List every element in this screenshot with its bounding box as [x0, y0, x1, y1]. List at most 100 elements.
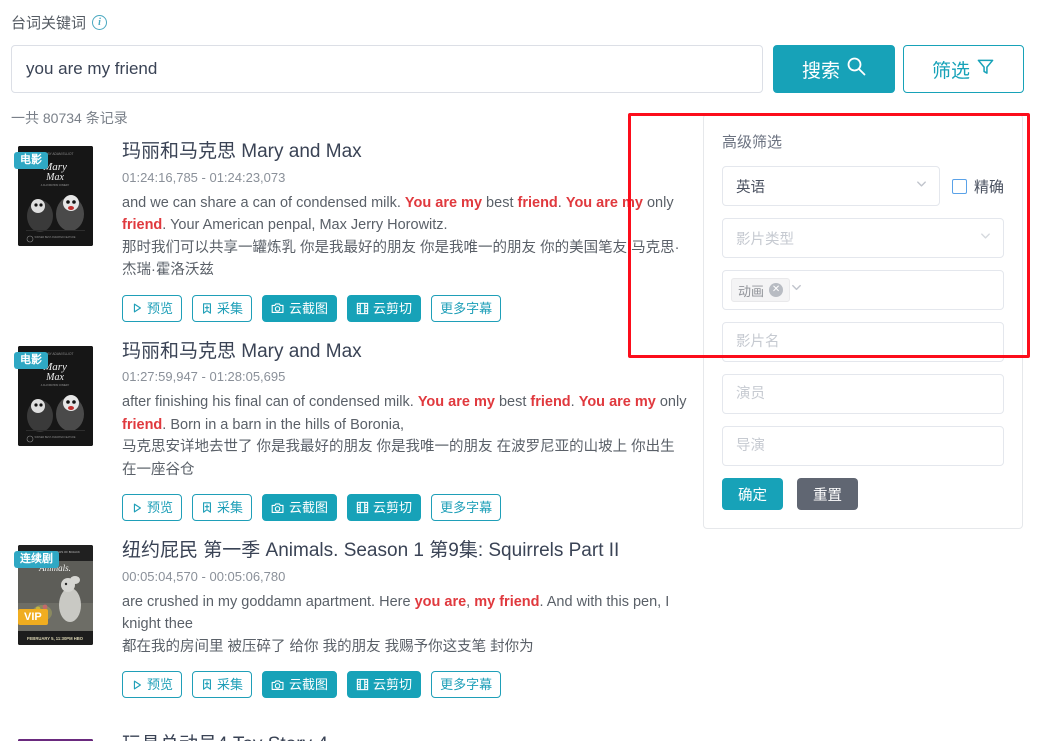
- info-circle-icon[interactable]: i: [92, 15, 108, 30]
- svg-text:Max: Max: [45, 172, 64, 183]
- subtitle-text: .: [570, 394, 579, 411]
- action-button-none[interactable]: 更多字幕: [431, 294, 502, 322]
- keyword-highlight: You are my: [565, 194, 643, 211]
- result-title[interactable]: 纽约屁民 第一季 Animals. Season 1 第9集: Squirrel…: [122, 539, 688, 563]
- filter-panel-buttons: 确定 重置: [722, 478, 1004, 510]
- exact-checkbox-label: 精确: [974, 178, 1005, 196]
- action-button-label: 采集: [217, 300, 244, 316]
- action-button-film-strip[interactable]: 云剪切: [347, 671, 422, 699]
- result-actions: 预览 采集 云截图 云剪切 更多字幕: [122, 294, 688, 322]
- poster-wrap[interactable]: FROM THE PRODUCERS OF BOJACK Animals. FE…: [14, 545, 93, 646]
- action-button-none[interactable]: 更多字幕: [431, 494, 502, 522]
- action-button-none[interactable]: 更多字幕: [431, 671, 502, 699]
- action-button-camera[interactable]: 云截图: [262, 294, 338, 322]
- action-button-bookmark-plus[interactable]: 采集: [192, 671, 253, 699]
- search-button-label: 搜索: [801, 60, 840, 82]
- subtitle-chinese: 马克思安详地去世了 你是我最好的朋友 你是我唯一的朋友 在波罗尼亚的山坡上 你出…: [122, 439, 675, 478]
- vip-badge: VIP: [18, 608, 48, 626]
- media-type-badge: 连续剧: [14, 551, 59, 569]
- subtitle-text: only: [655, 394, 687, 411]
- subtitle-text: best: [482, 194, 518, 211]
- result-title[interactable]: 玛丽和马克思 Mary and Max: [122, 140, 688, 164]
- result-timecode: 01:24:16,785 - 01:24:23,073: [122, 169, 286, 185]
- search-icon: [846, 56, 866, 82]
- bookmark-plus-icon: [201, 678, 213, 691]
- subtitle-text: .: [557, 194, 566, 211]
- action-button-play-triangle[interactable]: 预览: [122, 671, 183, 699]
- director-input[interactable]: [722, 426, 1004, 466]
- subtitle-chinese: 那时我们可以共享一罐炼乳 你是我最好的朋友 你是我唯一的朋友 你的美国笔友 马克…: [122, 239, 680, 279]
- search-input[interactable]: [11, 45, 763, 93]
- action-button-label: 采集: [217, 500, 244, 516]
- svg-text:WINNER BEST ANIMATED FEATURE: WINNER BEST ANIMATED FEATURE: [35, 236, 76, 239]
- action-button-label: 预览: [147, 300, 174, 316]
- chevron-down-icon: [790, 281, 803, 299]
- chevron-down-icon: [915, 178, 928, 195]
- keyword-highlight: friend: [530, 394, 571, 411]
- genre-tag-label: 动画: [738, 283, 765, 299]
- filter-button[interactable]: 筛选: [903, 45, 1024, 93]
- media-type-badge: 电影: [14, 152, 48, 170]
- action-button-film-strip[interactable]: 云剪切: [347, 494, 422, 522]
- svg-text:Max: Max: [45, 372, 64, 383]
- play-triangle-icon: [131, 502, 143, 514]
- action-button-label: 预览: [147, 500, 174, 516]
- language-select-value: 英语: [736, 179, 765, 196]
- camera-icon: [271, 502, 285, 514]
- film-strip-icon: [356, 501, 369, 514]
- film-name-input[interactable]: [722, 322, 1004, 362]
- result-body: 纽约屁民 第一季 Animals. Season 1 第9集: Squirrel…: [122, 539, 700, 699]
- play-triangle-icon: [131, 679, 143, 691]
- keyword-highlight: my friend: [474, 594, 540, 610]
- action-button-label: 云剪切: [373, 300, 413, 316]
- checkbox-box[interactable]: [952, 178, 967, 194]
- app-page: 台词关键词 i 搜索 筛选 一共 80734 条记录: [0, 0, 1039, 741]
- action-button-camera[interactable]: 云截图: [262, 671, 338, 699]
- actor-input[interactable]: [722, 374, 1004, 414]
- subtitle-text: . Your American penpal, Max Jerry Horowi…: [162, 217, 448, 234]
- action-button-play-triangle[interactable]: 预览: [122, 494, 183, 522]
- language-select[interactable]: 英语: [722, 166, 940, 206]
- search-button[interactable]: 搜索: [773, 45, 895, 93]
- video-type-select[interactable]: 影片类型: [722, 218, 1004, 258]
- action-button-bookmark-plus[interactable]: 采集: [192, 294, 253, 322]
- keyword-highlight: You are my: [578, 394, 656, 411]
- reset-button[interactable]: 重置: [797, 478, 858, 510]
- result-title[interactable]: 玩具总动员4 Toy Story 4: [122, 733, 688, 741]
- keyword-highlight: friend: [517, 194, 558, 211]
- close-circle-icon[interactable]: ✕: [769, 283, 784, 297]
- result-title[interactable]: 玛丽和马克思 Mary and Max: [122, 340, 688, 364]
- result-item: FROM THE PRODUCERS OF BOJACK Animals. FE…: [0, 531, 700, 725]
- action-button-label: 云截图: [289, 300, 329, 316]
- video-type-select-value: 影片类型: [736, 231, 794, 248]
- subtitle-text: after finishing his final can of condens…: [122, 394, 418, 411]
- svg-text:WINNER BEST ANIMATED FEATURE: WINNER BEST ANIMATED FEATURE: [35, 436, 76, 439]
- chevron-down-icon: [979, 230, 992, 247]
- media-type-badge: 电影: [14, 351, 48, 369]
- subtitle-text: only: [642, 194, 674, 211]
- action-button-camera[interactable]: 云截图: [262, 494, 338, 522]
- result-actions: 预览 采集 云截图 云剪切 更多字幕: [122, 671, 688, 699]
- language-row: 英语 精确: [722, 166, 1004, 206]
- result-item: A FILM BY ADAM ELLIOT Mary Max A CLAYMAT…: [0, 132, 700, 332]
- action-button-label: 云剪切: [373, 677, 413, 693]
- subtitle-text: and we can share a can of condensed milk…: [122, 194, 405, 211]
- keyword-label-row: 台词关键词 i: [11, 12, 108, 33]
- keyword-highlight: friend: [122, 416, 163, 433]
- result-body: 玛丽和马克思 Mary and Max 01:24:16,785 - 01:24…: [122, 140, 700, 322]
- action-button-label: 更多字幕: [440, 500, 493, 516]
- action-button-play-triangle[interactable]: 预览: [122, 294, 183, 322]
- subtitle-text: are crushed in my goddamn apartment. Her…: [122, 594, 415, 610]
- confirm-button[interactable]: 确定: [722, 478, 783, 510]
- bookmark-plus-icon: [201, 302, 213, 315]
- poster-wrap[interactable]: A FILM BY ADAM ELLIOT Mary Max A CLAYMAT…: [14, 345, 93, 446]
- action-button-label: 更多字幕: [440, 300, 493, 316]
- action-button-film-strip[interactable]: 云剪切: [347, 294, 422, 322]
- genre-tag[interactable]: 动画 ✕: [731, 278, 791, 302]
- action-button-label: 采集: [217, 677, 244, 693]
- genre-multiselect[interactable]: 动画 ✕: [722, 270, 1004, 310]
- action-button-bookmark-plus[interactable]: 采集: [192, 494, 253, 522]
- poster-wrap[interactable]: A FILM BY ADAM ELLIOT Mary Max A CLAYMAT…: [14, 146, 93, 246]
- funnel-icon: [976, 57, 995, 82]
- exact-checkbox[interactable]: 精确: [952, 176, 1004, 197]
